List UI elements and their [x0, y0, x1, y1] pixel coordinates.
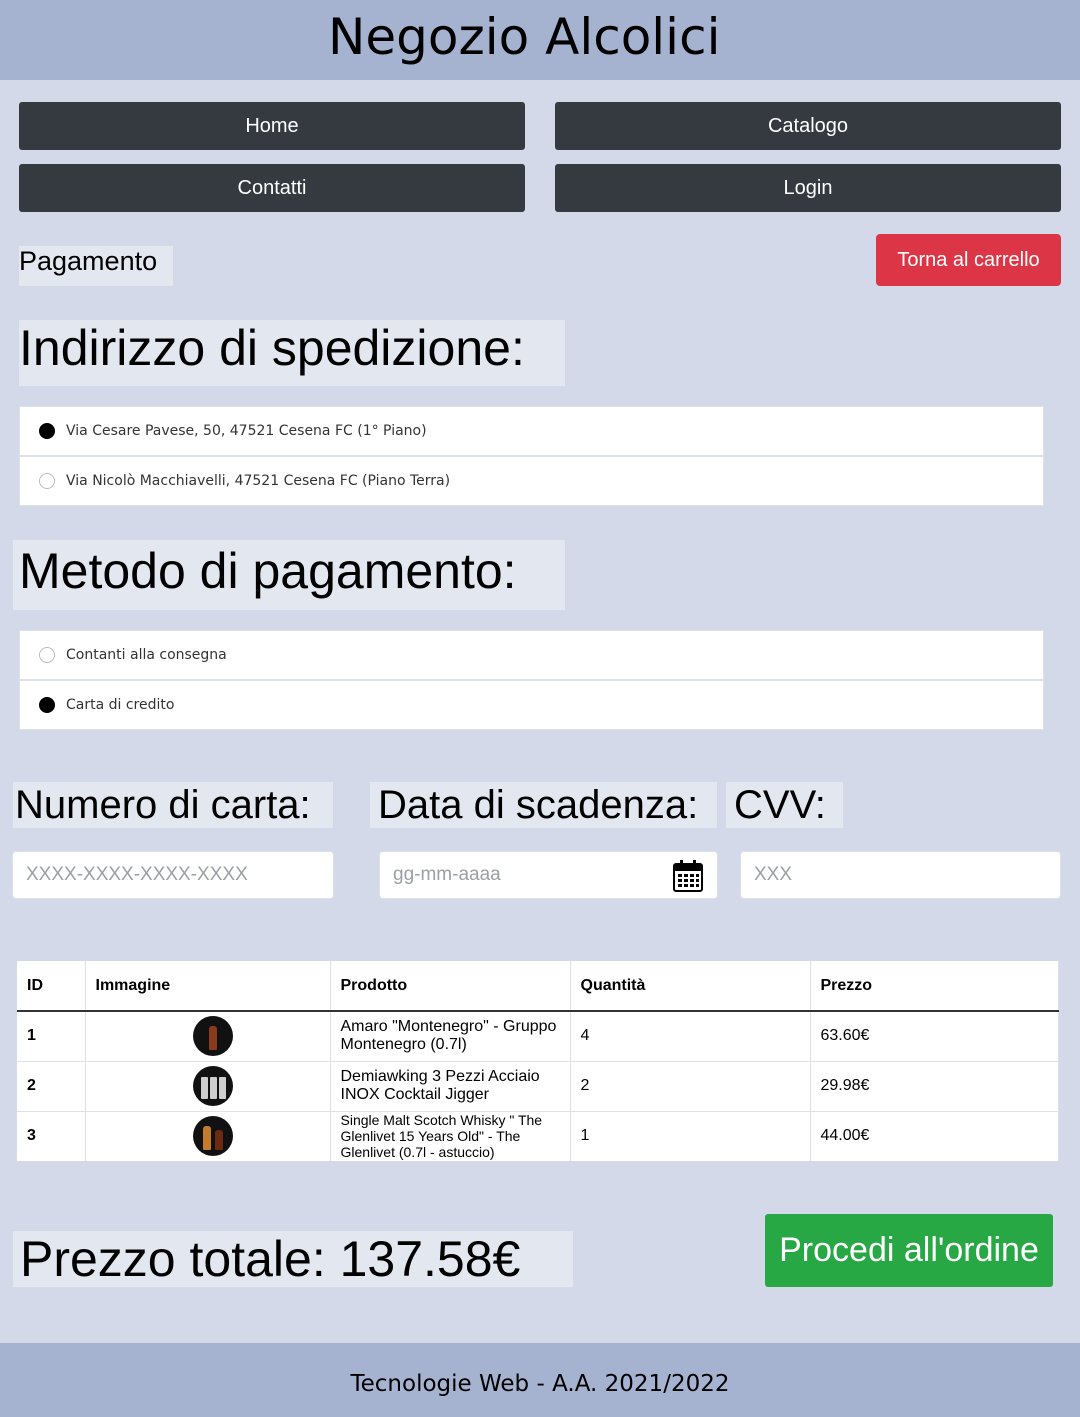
radio-selected[interactable]: [39, 423, 55, 439]
card-number-label: Numero di carta:: [13, 782, 333, 828]
product-thumbnail: [192, 1016, 233, 1057]
card-number-input[interactable]: XXXX-XXXX-XXXX-XXXX: [12, 851, 334, 899]
radio-selected[interactable]: [39, 697, 55, 713]
column-header-price: Prezzo: [810, 961, 1059, 1012]
proceed-order-button[interactable]: Procedi all'ordine: [765, 1214, 1053, 1287]
column-header-product: Prodotto: [330, 961, 571, 1012]
table-row: 3 Single Malt Scotch Whisky " The Glenli…: [17, 1110, 1059, 1161]
cell-product: Single Malt Scotch Whisky " The Glenlive…: [330, 1110, 571, 1161]
cvv-input[interactable]: XXX: [740, 851, 1061, 899]
shipping-heading: Indirizzo di spedizione:: [19, 320, 565, 386]
shipping-option-2[interactable]: Via Nicolò Macchiavelli, 47521 Cesena FC…: [19, 456, 1044, 506]
footer-text: Tecnologie Web - A.A. 2021/2022: [350, 1371, 730, 1397]
cell-quantity: 4: [570, 1010, 811, 1061]
site-title: Negozio Alcolici: [328, 8, 721, 66]
payment-option-cash[interactable]: Contanti alla consegna: [19, 630, 1044, 680]
total-price: Prezzo totale: 137.58€: [13, 1231, 573, 1287]
column-header-id: ID: [17, 961, 86, 1012]
nav-home-button[interactable]: Home: [19, 102, 525, 150]
calendar-icon[interactable]: [673, 860, 703, 892]
payment-option-card[interactable]: Carta di credito: [19, 680, 1044, 730]
cart-table: ID Immagine Prodotto Quantità Prezzo 1 A…: [17, 961, 1059, 1161]
cvv-label: CVV:: [726, 782, 843, 828]
site-header: Negozio Alcolici: [0, 0, 1080, 80]
table-row: 2 Demiawking 3 Pezzi Acciaio INOX Cockta…: [17, 1060, 1059, 1111]
table-header-row: ID Immagine Prodotto Quantità Prezzo: [17, 961, 1059, 1012]
breadcrumb: Pagamento: [19, 246, 173, 286]
cell-id: 3: [17, 1110, 86, 1161]
cell-price: 29.98€: [810, 1060, 1059, 1111]
expiry-label: Data di scadenza:: [370, 782, 717, 828]
cell-price: 63.60€: [810, 1010, 1059, 1061]
back-to-cart-button[interactable]: Torna al carrello: [876, 234, 1061, 286]
column-header-image: Immagine: [85, 961, 331, 1012]
shipping-option-label: Via Cesare Pavese, 50, 47521 Cesena FC (…: [66, 423, 427, 439]
shipping-options: Via Cesare Pavese, 50, 47521 Cesena FC (…: [19, 406, 1044, 506]
payment-option-label: Carta di credito: [66, 697, 175, 713]
table-row: 1 Amaro "Montenegro" - Gruppo Montenegro…: [17, 1010, 1059, 1061]
cell-image: [85, 1110, 331, 1161]
site-footer: Tecnologie Web - A.A. 2021/2022: [0, 1343, 1080, 1417]
shipping-option-1[interactable]: Via Cesare Pavese, 50, 47521 Cesena FC (…: [19, 406, 1044, 456]
radio-unselected[interactable]: [39, 647, 55, 663]
card-number-placeholder: XXXX-XXXX-XXXX-XXXX: [26, 864, 248, 885]
column-header-quantity: Quantità: [570, 961, 811, 1012]
cell-image: [85, 1010, 331, 1061]
expiry-placeholder: gg-mm-aaaa: [393, 864, 501, 885]
cell-price: 44.00€: [810, 1110, 1059, 1161]
cell-product: Demiawking 3 Pezzi Acciaio INOX Cocktail…: [330, 1060, 571, 1111]
expiry-date-input[interactable]: gg-mm-aaaa: [379, 851, 718, 899]
product-thumbnail: [192, 1066, 233, 1106]
cvv-placeholder: XXX: [754, 864, 793, 885]
nav-login-button[interactable]: Login: [555, 164, 1061, 212]
cell-image: [85, 1060, 331, 1111]
product-thumbnail: [192, 1116, 233, 1157]
payment-options: Contanti alla consegna Carta di credito: [19, 630, 1044, 730]
cell-id: 1: [17, 1010, 86, 1061]
nav-contatti-button[interactable]: Contatti: [19, 164, 525, 212]
cell-quantity: 1: [570, 1110, 811, 1161]
cell-product: Amaro "Montenegro" - Gruppo Montenegro (…: [330, 1010, 571, 1061]
shipping-option-label: Via Nicolò Macchiavelli, 47521 Cesena FC…: [66, 473, 451, 489]
payment-option-label: Contanti alla consegna: [66, 647, 227, 663]
nav-catalogo-button[interactable]: Catalogo: [555, 102, 1061, 150]
cell-id: 2: [17, 1060, 86, 1111]
cell-quantity: 2: [570, 1060, 811, 1111]
radio-unselected[interactable]: [39, 473, 55, 489]
payment-heading: Metodo di pagamento:: [13, 540, 565, 610]
